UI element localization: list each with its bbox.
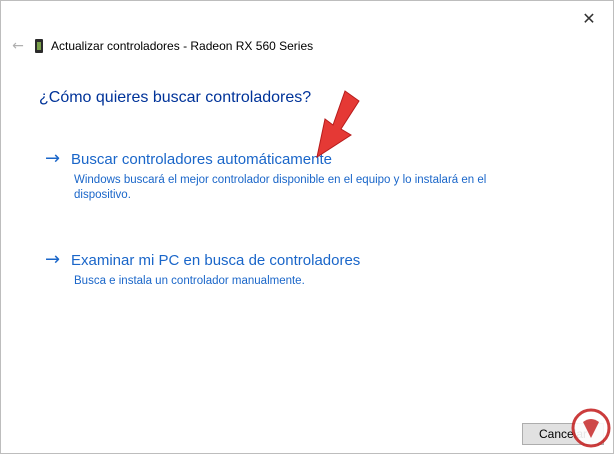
right-arrow-icon: →: [45, 148, 61, 169]
window-title: Actualizar controladores - Radeon RX 560…: [51, 39, 314, 53]
graphics-card-icon: [35, 39, 43, 53]
browse-computer-option[interactable]: → Examinar mi PC en busca de controlador…: [45, 250, 515, 289]
option-title[interactable]: Examinar mi PC en busca de controladores: [71, 252, 360, 269]
close-icon: ✕: [582, 9, 596, 28]
option-title[interactable]: Buscar controladores automáticamente: [71, 151, 332, 168]
option-description: Busca e instala un controlador manualmen…: [74, 275, 305, 287]
annotation-arrow-icon: [316, 90, 360, 159]
update-drivers-dialog: ✕ ← Actualizar controladores - Radeon RX…: [0, 0, 614, 454]
back-arrow-icon[interactable]: ←: [9, 38, 27, 54]
close-button[interactable]: ✕: [577, 9, 601, 29]
search-automatically-option[interactable]: → Buscar controladores automáticamente W…: [45, 149, 515, 203]
dialog-header: ← Actualizar controladores - Radeon RX 5…: [9, 35, 313, 57]
right-arrow-icon: →: [45, 249, 61, 270]
page-question: ¿Cómo quieres buscar controladores?: [39, 89, 312, 106]
option-description: Windows buscará el mejor controlador dis…: [74, 174, 487, 201]
logo-watermark-icon: [571, 408, 611, 448]
